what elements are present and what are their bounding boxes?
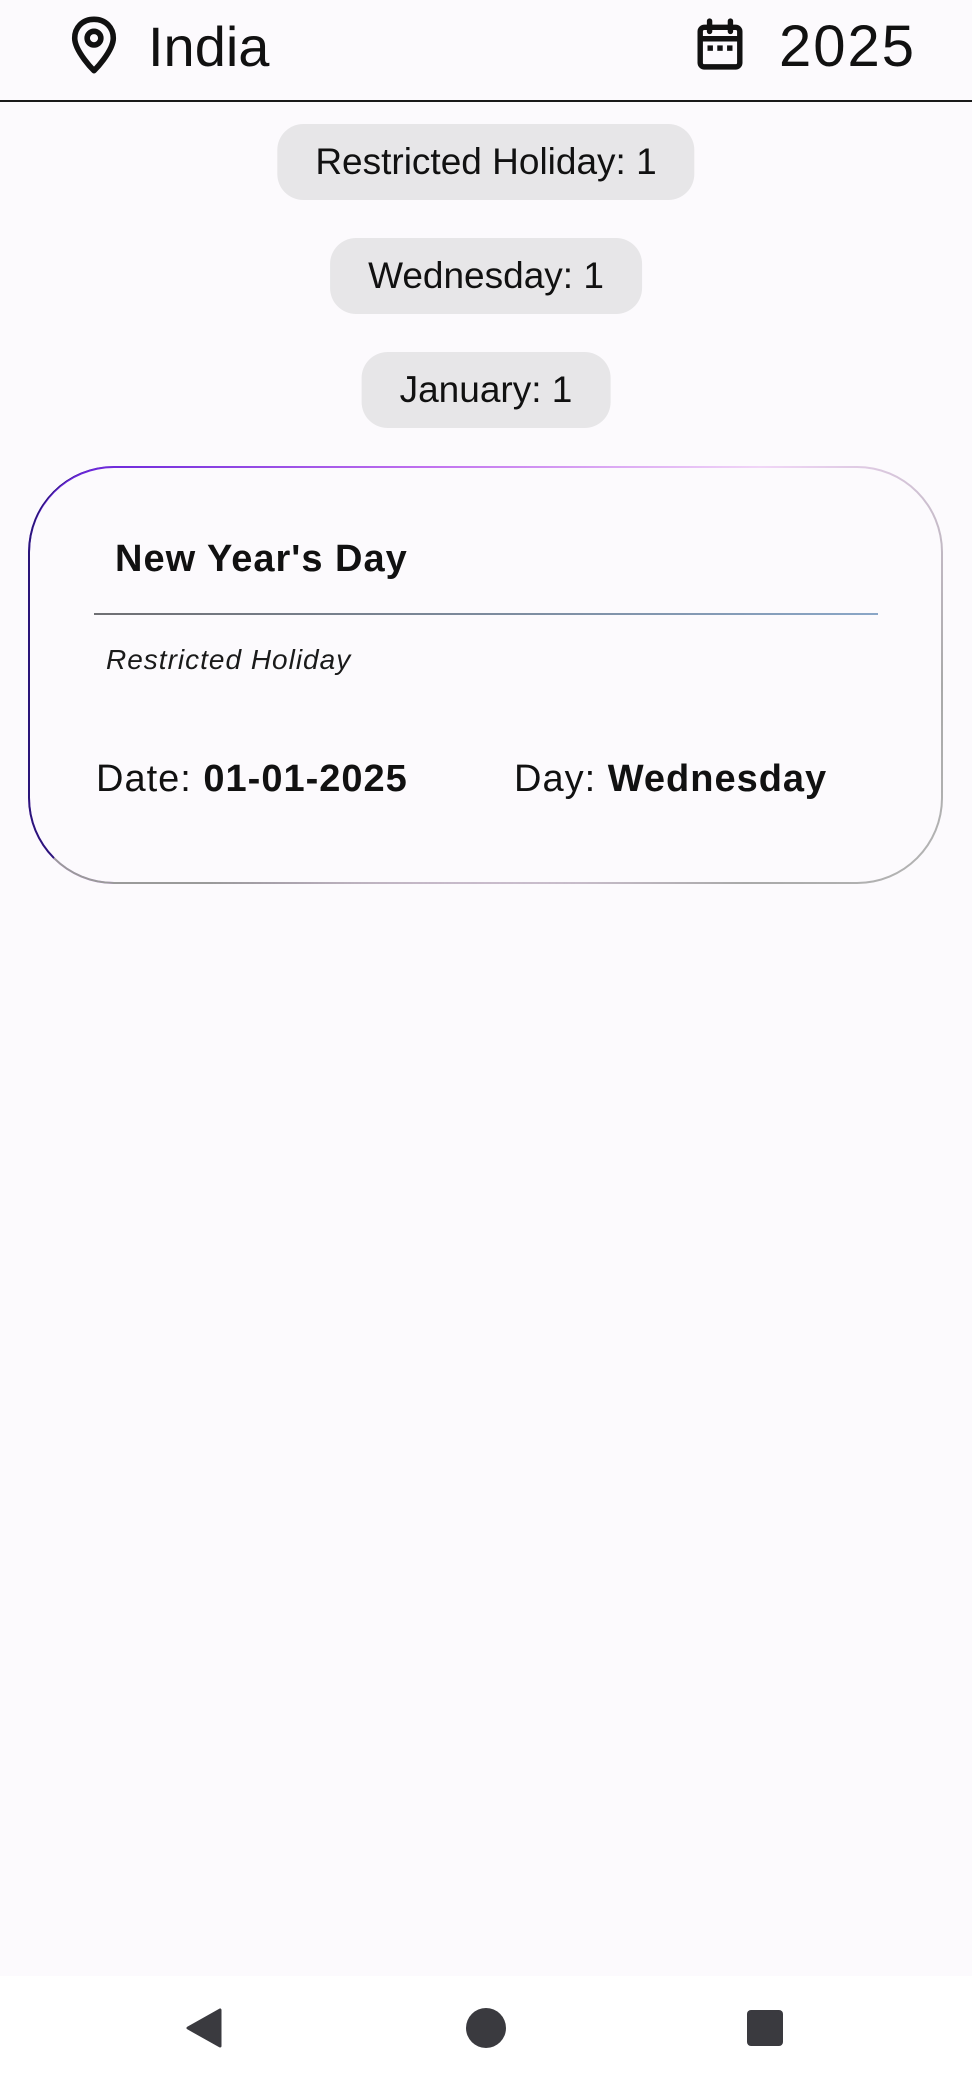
top-bar: India 2025 [0,0,972,102]
recent-apps-button[interactable] [737,2002,793,2058]
date-value: 01-01-2025 [203,758,408,800]
holiday-day: Day: Wednesday [514,758,827,801]
calendar-icon [695,17,745,78]
filter-chip-weekday[interactable]: Wednesday: 1 [330,238,642,314]
filter-chip-holiday-type[interactable]: Restricted Holiday: 1 [277,124,695,200]
card-divider [94,613,878,615]
year-label: 2025 [778,14,916,79]
back-button[interactable] [176,2002,232,2058]
holiday-date: Date: 01-01-2025 [96,758,408,801]
back-triangle-icon [184,2006,224,2055]
year-selector[interactable]: 2025 [695,12,916,82]
holiday-card[interactable]: New Year's Day Restricted Holiday Date: … [28,466,943,884]
day-label: Day: [514,758,608,800]
location-label: India [148,15,270,78]
system-navigation-bar [0,1976,972,2078]
location-selector[interactable]: India [68,12,269,82]
recent-square-icon [746,2009,784,2052]
home-circle-icon [465,2007,507,2054]
date-label: Date: [96,758,204,800]
location-pin-icon [68,15,120,80]
day-value: Wednesday [607,758,828,800]
holiday-type: Restricted Holiday [106,644,352,675]
filter-chip-month[interactable]: January: 1 [361,352,611,428]
home-button[interactable] [458,2002,514,2058]
holiday-name: New Year's Day [115,538,408,580]
